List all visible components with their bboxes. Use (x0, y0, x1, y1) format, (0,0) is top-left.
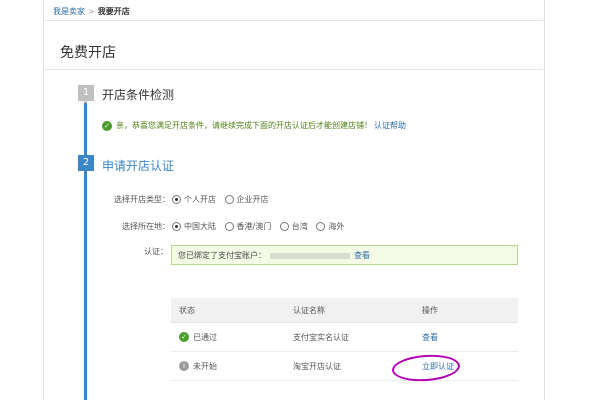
location-mainland-radio[interactable]: 中国大陆 (172, 221, 216, 232)
certification-table: 状态 认证名称 操作 ✓ 已通过 支付宝实名认证 查看 i 未开始 淘宝开店认证 立… (171, 298, 518, 381)
check-icon: ✓ (179, 332, 189, 342)
radio-icon[interactable] (279, 222, 289, 231)
location-overseas-radio[interactable]: 海外 (316, 221, 344, 232)
header-status: 状态 (171, 298, 285, 323)
divider (43, 20, 543, 21)
location-taiwan-radio[interactable]: 台湾 (279, 221, 308, 232)
certification-label: 认证： (144, 247, 168, 256)
breadcrumb-parent-link[interactable]: 我是卖家 (53, 7, 85, 16)
breadcrumb-current: 我要开店 (97, 7, 130, 16)
status-cell: ✓ 已通过 (171, 322, 285, 352)
page-title: 免费开店 (60, 45, 116, 61)
divider (43, 69, 543, 70)
header-action: 操作 (414, 298, 518, 323)
notice-text: 亲，恭喜您满足开店条件，请继续完成下面的开店认证后才能创建店铺！ (116, 121, 372, 130)
header-name: 认证名称 (285, 298, 414, 323)
masked-account (270, 252, 350, 259)
radio-selected-icon[interactable] (172, 195, 181, 204)
view-alipay-link[interactable]: 查看 (354, 251, 370, 260)
location-hk-macau-radio[interactable]: 香港/澳门 (224, 221, 271, 232)
radio-icon[interactable] (224, 195, 234, 204)
step-2-title: 申请开店认证 (102, 159, 175, 173)
eligibility-notice: ✓ 亲，恭喜您满足开店条件，请继续完成下面的开店认证后才能创建店铺！ 认证帮助 (102, 120, 406, 131)
location-label: 选择所在地： (122, 222, 170, 231)
alipay-binding-box: 您已绑定了支付宝账户： 查看 (171, 245, 518, 265)
step-1-number: 1 (78, 85, 94, 101)
alipay-binding-text: 您已绑定了支付宝账户： (178, 251, 266, 260)
table-row: ✓ 已通过 支付宝实名认证 查看 (171, 322, 518, 352)
radio-icon[interactable] (316, 222, 326, 231)
radio-icon[interactable] (224, 222, 234, 231)
info-icon: i (179, 361, 189, 371)
certification-help-link[interactable]: 认证帮助 (374, 121, 406, 130)
shop-type-personal-radio[interactable]: 个人开店 (172, 194, 216, 205)
table-row: i 未开始 淘宝开店认证 立即认证 (171, 351, 518, 381)
table-header-row: 状态 认证名称 操作 (171, 298, 518, 323)
breadcrumb-separator: > (88, 7, 95, 16)
step-timeline (84, 88, 87, 400)
view-alipay-cert-link[interactable]: 查看 (422, 333, 438, 342)
radio-selected-icon[interactable] (172, 222, 181, 231)
action-cell: 查看 (414, 322, 518, 352)
shop-type-label: 选择开店类型： (114, 195, 170, 204)
check-icon: ✓ (102, 120, 112, 131)
name-cell: 支付宝实名认证 (285, 322, 414, 352)
status-cell: i 未开始 (171, 351, 285, 381)
shop-type-enterprise-radio[interactable]: 企业开店 (224, 194, 269, 205)
breadcrumb: 我是卖家 > 我要开店 (53, 6, 130, 17)
step-1-title: 开店条件检测 (102, 88, 175, 102)
step-2-number: 2 (78, 155, 94, 171)
